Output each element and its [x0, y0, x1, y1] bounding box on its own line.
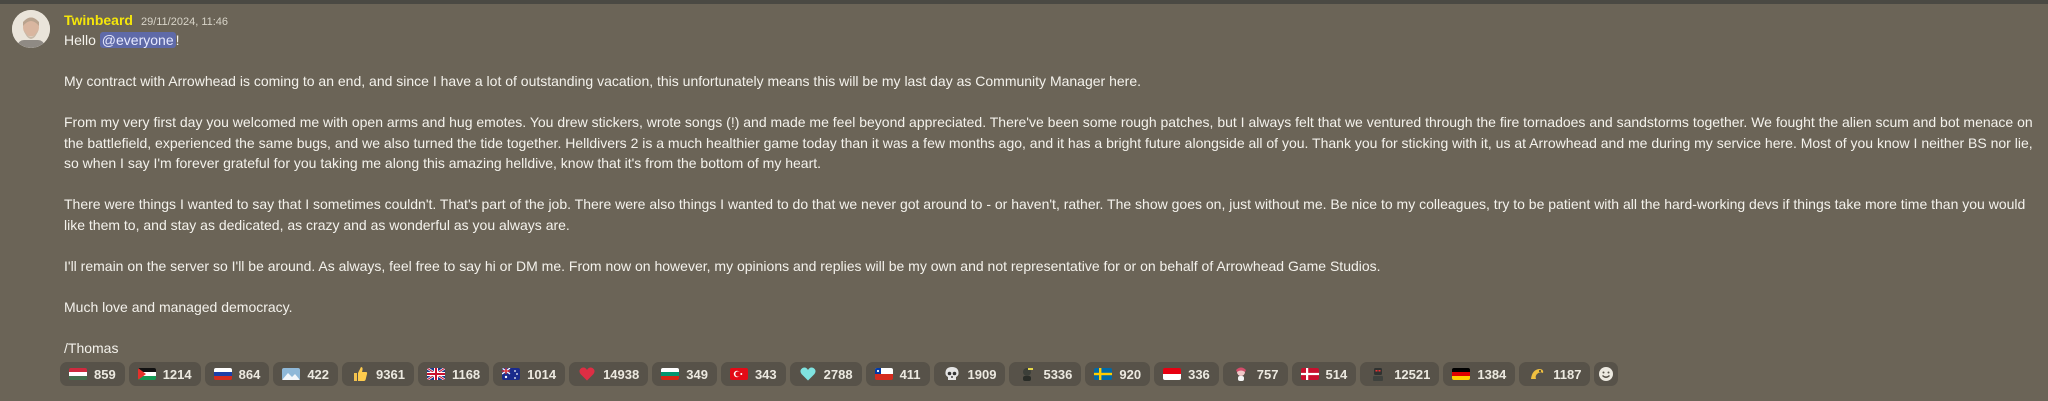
flag-denmark-icon: [1300, 367, 1319, 381]
paragraph-remain: I'll remain on the server so I'll be aro…: [64, 257, 1381, 274]
reaction-count: 343: [754, 366, 777, 382]
flag-turkey-icon: [729, 367, 748, 381]
reaction-count: 514: [1325, 366, 1348, 382]
reaction-indonesia[interactable]: 336: [1154, 362, 1219, 386]
reaction-wave-emote[interactable]: 1187: [1519, 362, 1591, 386]
reaction-hungary[interactable]: 859: [60, 362, 125, 386]
message-body: Hello @everyone! My contract with Arrowh…: [64, 30, 2036, 358]
reaction-count: 422: [307, 366, 330, 382]
reaction-count: 859: [94, 366, 116, 382]
reaction-bulgaria[interactable]: 349: [652, 362, 717, 386]
reaction-thumbs-up[interactable]: 9361: [342, 362, 414, 386]
everyone-mention[interactable]: @everyone: [99, 32, 176, 48]
heart-icon: [578, 367, 596, 381]
flag-chile-icon: [874, 367, 893, 381]
reaction-character-emote[interactable]: 757: [1222, 362, 1288, 386]
greeting-prefix: Hello: [64, 32, 100, 48]
reaction-russia[interactable]: 864: [204, 362, 270, 386]
robot-emote-icon: [1369, 367, 1387, 381]
flag-sweden-icon: [1094, 367, 1113, 381]
reaction-count: 1384: [1477, 366, 1507, 382]
reaction-chile[interactable]: 411: [865, 362, 930, 386]
flag-germany-icon: [1452, 367, 1471, 381]
reaction-count: 1187: [1553, 366, 1582, 382]
reaction-count: 1168: [451, 366, 481, 382]
reaction-robot-emote[interactable]: 12521: [1360, 362, 1440, 386]
reaction-turkey[interactable]: 343: [720, 362, 786, 386]
reaction-count: 12521: [1394, 366, 1431, 382]
flag-palestine-icon: [137, 367, 156, 381]
paragraph-things: There were things I wanted to say that I…: [64, 196, 2026, 233]
message-header: Twinbeard 29/11/2024, 11:46: [64, 12, 228, 32]
reaction-count: 411: [899, 366, 921, 382]
paragraph-much-love: Much love and managed democracy.: [64, 298, 293, 315]
thumbs-up-icon: [351, 367, 369, 381]
paragraph-first-day: From my very first day you welcomed me w…: [64, 114, 2033, 171]
reaction-sweden[interactable]: 920: [1085, 362, 1151, 386]
reaction-australia[interactable]: 1014: [493, 362, 566, 386]
reaction-cyan-heart[interactable]: 2788: [789, 362, 862, 386]
snow-landscape-icon: [282, 367, 301, 381]
reaction-count: 5336: [1043, 366, 1073, 382]
reaction-count: 349: [686, 366, 708, 382]
reaction-count: 336: [1188, 366, 1210, 382]
chat-message: Twinbeard 29/11/2024, 11:46 Hello @every…: [0, 4, 2048, 401]
smiley-add-icon: [1599, 367, 1614, 381]
reaction-palestine[interactable]: 1214: [128, 362, 201, 386]
reaction-skull[interactable]: 1909: [933, 362, 1006, 386]
flag-hungary-icon: [69, 367, 87, 381]
greeting-line: Hello @everyone!: [64, 30, 2036, 51]
reaction-heart[interactable]: 14938: [569, 362, 649, 386]
timestamp[interactable]: 29/11/2024, 11:46: [141, 16, 228, 28]
cyan-heart-icon: [799, 367, 817, 381]
reaction-count: 1214: [162, 366, 192, 382]
signature: /Thomas: [64, 339, 119, 356]
skull-icon: [943, 367, 961, 381]
reaction-denmark[interactable]: 514: [1291, 362, 1357, 386]
soldier-emote-icon: [1018, 367, 1036, 381]
reaction-count: 757: [1256, 366, 1279, 382]
reaction-soldier-emote[interactable]: 5336: [1009, 362, 1082, 386]
flag-indonesia-icon: [1163, 367, 1182, 381]
reaction-germany[interactable]: 1384: [1443, 362, 1516, 386]
flag-australia-icon: [502, 367, 521, 381]
greeting-suffix: !: [175, 32, 180, 48]
username[interactable]: Twinbeard: [64, 12, 133, 28]
character-emote-icon: [1232, 367, 1250, 381]
reaction-count: 920: [1119, 366, 1142, 382]
reaction-count: 1014: [527, 366, 557, 382]
reaction-bar: 859 1214 864 422 9361 1168 1014 14938 34…: [60, 361, 1619, 387]
reaction-uk[interactable]: 1168: [417, 362, 490, 386]
reaction-snow-landscape[interactable]: 422: [273, 362, 339, 386]
flag-bulgaria-icon: [661, 367, 680, 381]
flag-russia-icon: [213, 367, 232, 381]
paragraph-contract: My contract with Arrowhead is coming to …: [64, 73, 1141, 89]
flag-uk-icon: [426, 367, 445, 381]
reaction-count: 1909: [967, 366, 997, 382]
add-reaction-button[interactable]: [1594, 362, 1619, 386]
wave-emote-icon: [1528, 367, 1546, 381]
avatar[interactable]: [12, 10, 50, 48]
reaction-count: 2788: [823, 366, 853, 382]
reaction-count: 9361: [376, 366, 405, 382]
reaction-count: 14938: [603, 366, 640, 382]
reaction-count: 864: [238, 366, 261, 382]
